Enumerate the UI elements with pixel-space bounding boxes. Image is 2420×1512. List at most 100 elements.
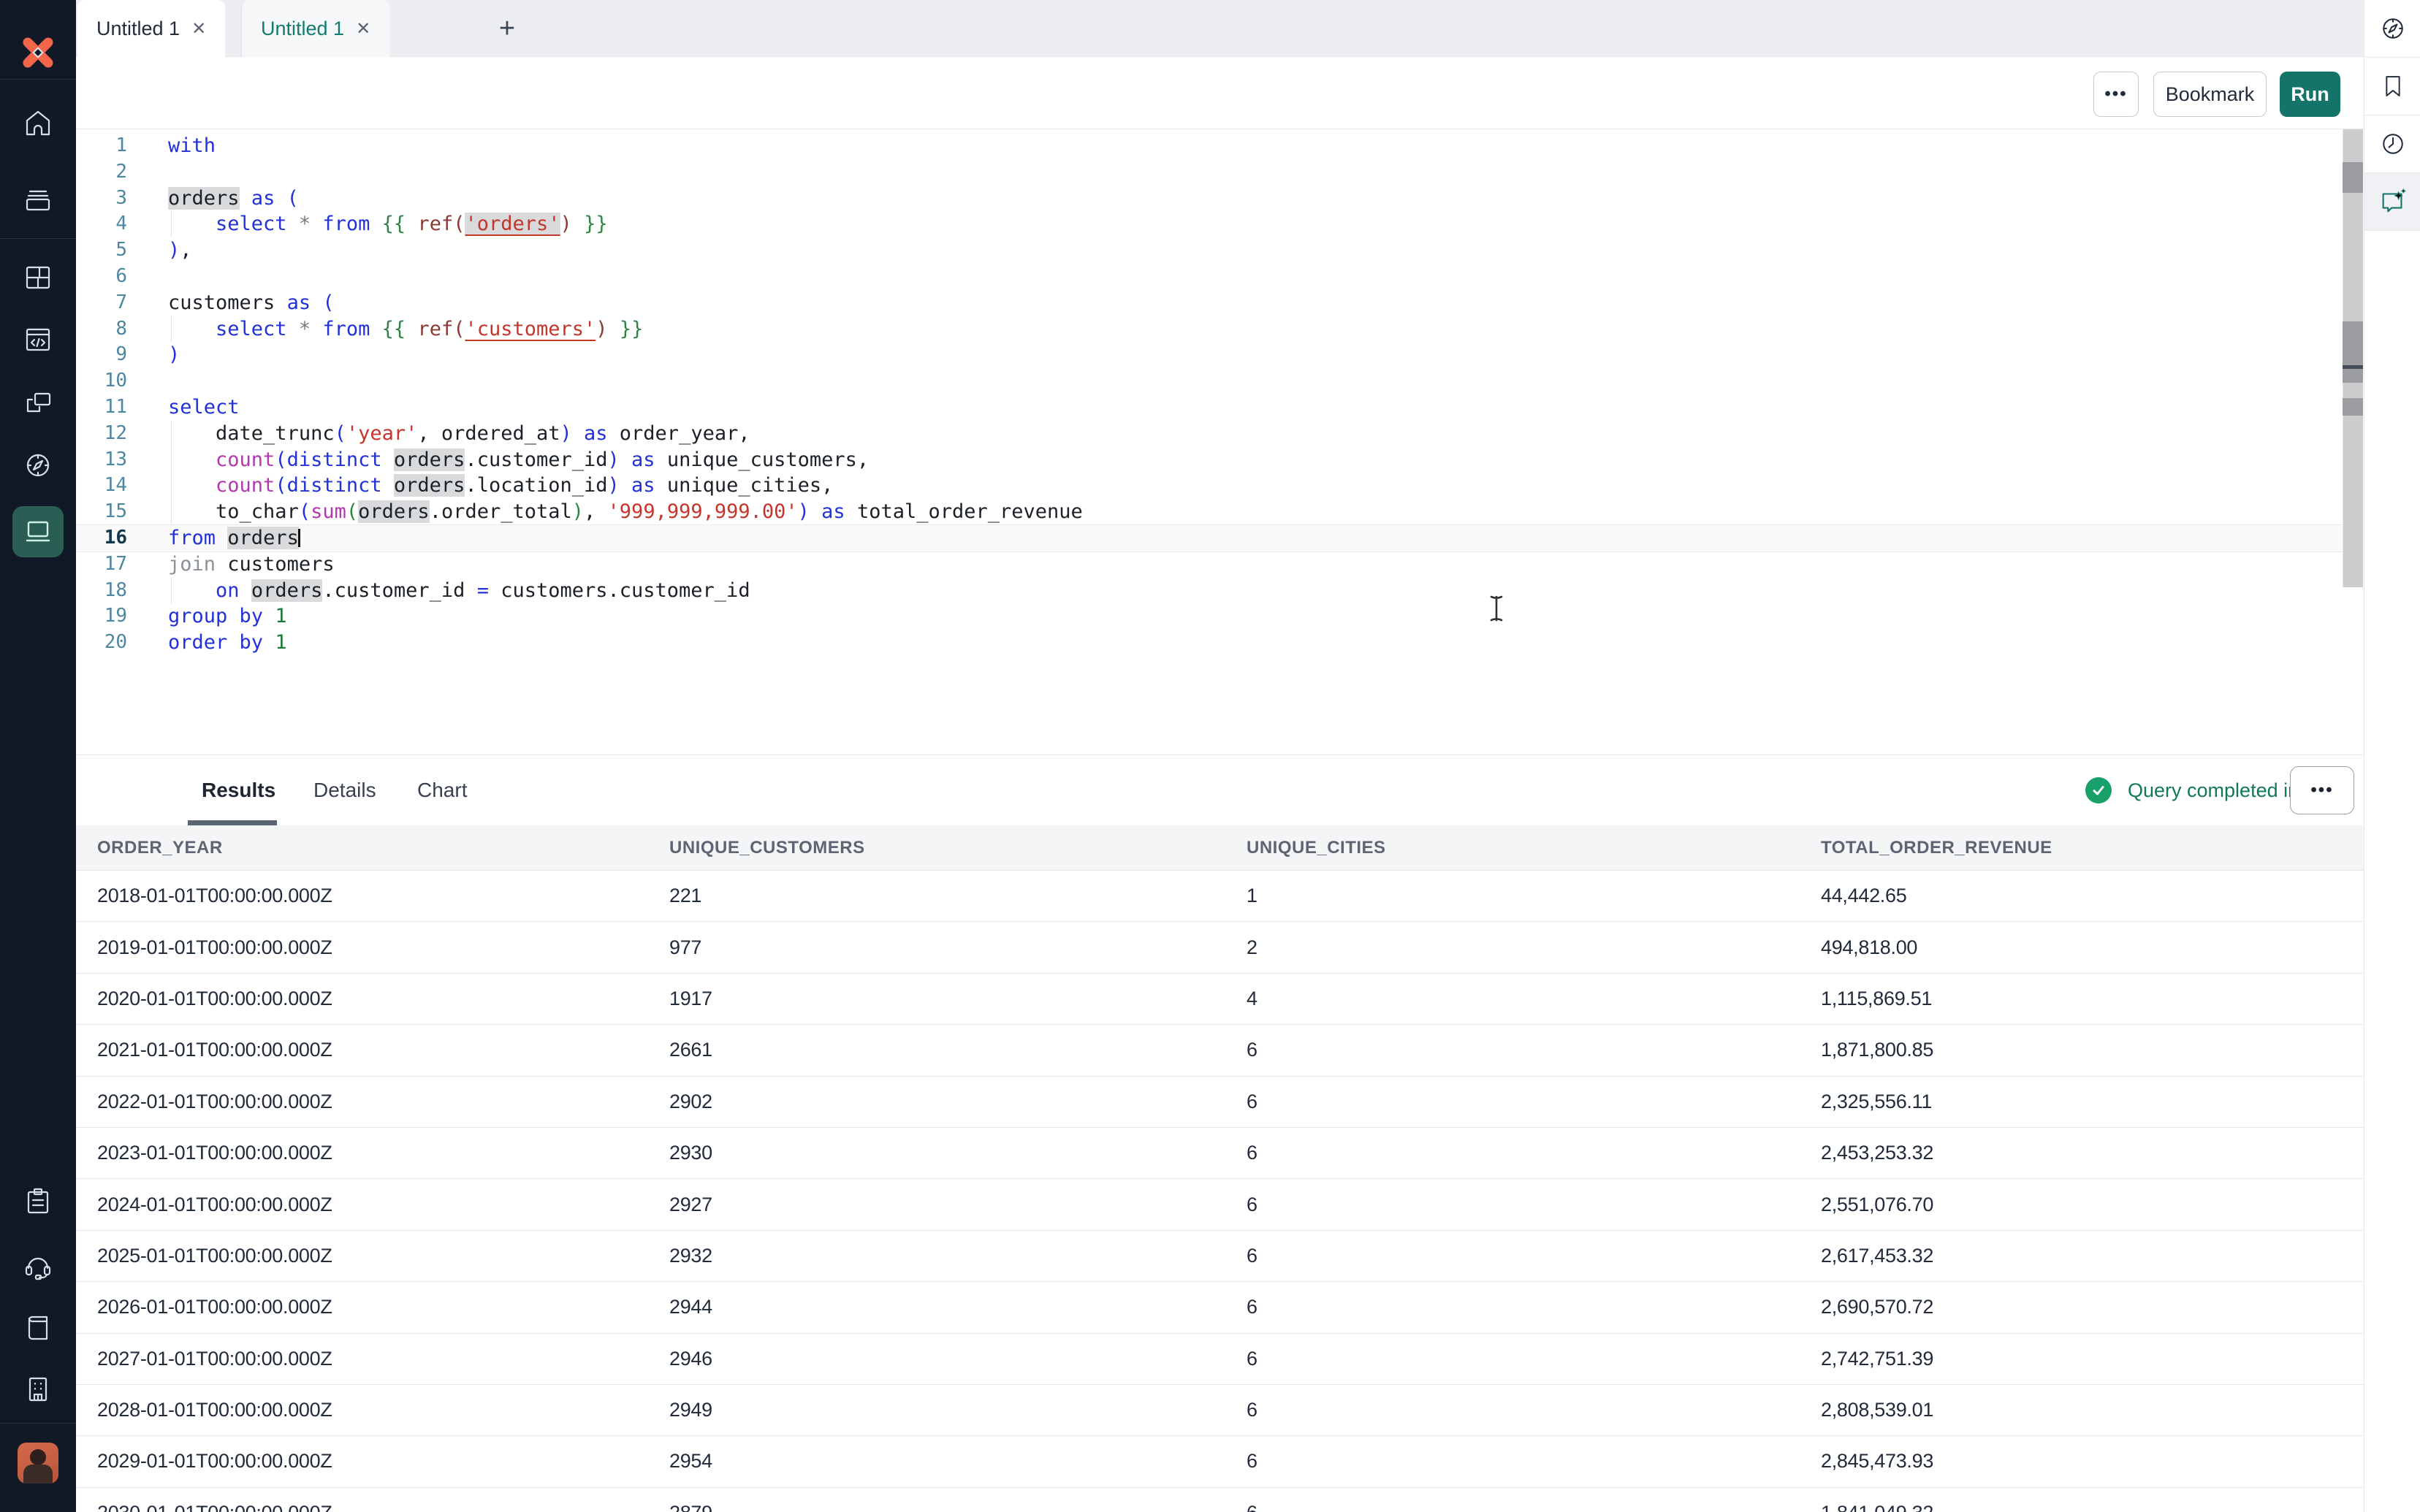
table-cell: 2949 <box>669 1399 1247 1421</box>
column-header[interactable]: UNIQUE_CITIES <box>1247 838 1821 858</box>
code-line-7[interactable]: 7customers as ( <box>76 290 2342 316</box>
code-line-3[interactable]: 3orders as ( <box>76 186 2342 212</box>
windows-icon[interactable] <box>0 379 76 426</box>
table-row[interactable]: 2029-01-01T00:00:00.000Z295462,845,473.9… <box>76 1436 2420 1487</box>
check-circle-icon <box>2085 777 2112 803</box>
close-icon[interactable]: ✕ <box>191 18 206 39</box>
tab-untitled-2[interactable]: Untitled 1 ✕ <box>241 0 389 57</box>
divider <box>0 238 76 239</box>
add-tab-button[interactable]: + <box>485 0 529 57</box>
archive-icon[interactable] <box>0 176 76 223</box>
table-row[interactable]: 2023-01-01T00:00:00.000Z293062,453,253.3… <box>76 1128 2420 1179</box>
code-line-6[interactable]: 6 <box>76 264 2342 290</box>
table-cell: 6 <box>1247 1245 1821 1267</box>
code-text: group by 1 <box>152 603 287 630</box>
table-row[interactable]: 2026-01-01T00:00:00.000Z294462,690,570.7… <box>76 1282 2420 1333</box>
code-line-10[interactable]: 10 <box>76 368 2342 394</box>
scrollbar-occurrence-mark <box>2343 321 2363 383</box>
code-text: from orders <box>152 525 299 551</box>
results-table[interactable]: 2018-01-01T00:00:00.000Z221144,442.65201… <box>76 871 2420 1512</box>
column-header[interactable]: TOTAL_ORDER_REVENUE <box>1821 838 2420 858</box>
line-number: 5 <box>76 237 152 264</box>
code-line-1[interactable]: 1with <box>76 133 2342 159</box>
code-line-2[interactable]: 2 <box>76 159 2342 186</box>
table-row[interactable]: 2018-01-01T00:00:00.000Z221144,442.65 <box>76 871 2420 922</box>
table-cell: 2902 <box>669 1091 1247 1113</box>
line-number: 13 <box>76 447 152 473</box>
code-line-16[interactable]: 16from orders <box>76 525 2342 551</box>
table-cell: 2954 <box>669 1450 1247 1473</box>
table-cell: 2018-01-01T00:00:00.000Z <box>97 885 669 907</box>
results-more-button[interactable]: ••• <box>2290 766 2354 814</box>
history-clock-icon[interactable] <box>2364 115 2420 173</box>
code-line-8[interactable]: 8 select * from {{ ref('customers') }} <box>76 316 2342 343</box>
grid-icon[interactable] <box>0 254 76 301</box>
code-line-4[interactable]: 4 select * from {{ ref('orders') }} <box>76 211 2342 237</box>
home-icon[interactable] <box>0 100 76 147</box>
sql-editor[interactable]: 1with23orders as (4 select * from {{ ref… <box>76 129 2342 755</box>
table-row[interactable]: 2025-01-01T00:00:00.000Z293262,617,453.3… <box>76 1231 2420 1282</box>
user-avatar[interactable] <box>18 1443 58 1484</box>
code-line-18[interactable]: 18 on orders.customer_id = customers.cus… <box>76 578 2342 604</box>
table-cell: 1,871,800.85 <box>1821 1039 2420 1061</box>
table-row[interactable]: 2028-01-01T00:00:00.000Z294962,808,539.0… <box>76 1385 2420 1436</box>
table-cell: 2,453,253.32 <box>1821 1142 2420 1164</box>
table-row[interactable]: 2020-01-01T00:00:00.000Z191741,115,869.5… <box>76 974 2420 1025</box>
tab-label: Untitled 1 <box>96 18 180 40</box>
table-cell: 2,690,570.72 <box>1821 1296 2420 1318</box>
code-line-17[interactable]: 17join customers <box>76 551 2342 578</box>
tab-results[interactable]: Results <box>202 755 275 825</box>
code-line-12[interactable]: 12 date_trunc('year', ordered_at) as ord… <box>76 421 2342 447</box>
code-line-20[interactable]: 20order by 1 <box>76 630 2342 656</box>
table-row[interactable]: 2027-01-01T00:00:00.000Z294662,742,751.3… <box>76 1334 2420 1385</box>
code-line-9[interactable]: 9) <box>76 342 2342 368</box>
compass-icon[interactable] <box>0 442 76 489</box>
table-row[interactable]: 2019-01-01T00:00:00.000Z9772494,818.00 <box>76 922 2420 973</box>
run-button[interactable]: Run <box>2280 72 2340 117</box>
code-text: orders as ( <box>152 186 299 212</box>
scrollbar-occurrence-mark <box>2343 398 2363 416</box>
table-row[interactable]: 2030-01-01T00:00:00.000Z287961,841,049.3… <box>76 1488 2420 1512</box>
line-number: 14 <box>76 473 152 499</box>
terminal-icon-active[interactable] <box>12 506 64 557</box>
headset-icon[interactable] <box>0 1242 76 1288</box>
line-number: 19 <box>76 603 152 630</box>
code-line-13[interactable]: 13 count(distinct orders.customer_id) as… <box>76 447 2342 473</box>
column-header[interactable]: ORDER_YEAR <box>97 838 669 858</box>
building-icon[interactable] <box>0 1366 76 1413</box>
table-row[interactable]: 2024-01-01T00:00:00.000Z292762,551,076.7… <box>76 1179 2420 1230</box>
compass-icon[interactable] <box>2364 0 2420 58</box>
code-line-5[interactable]: 5), <box>76 237 2342 264</box>
clipboard-icon[interactable] <box>0 1178 76 1225</box>
column-header[interactable]: UNIQUE_CUSTOMERS <box>669 838 1247 858</box>
tab-chart[interactable]: Chart <box>417 755 467 825</box>
line-number: 4 <box>76 211 152 237</box>
code-line-11[interactable]: 11select <box>76 394 2342 421</box>
table-cell: 44,442.65 <box>1821 885 2420 907</box>
book-icon[interactable] <box>0 1304 76 1351</box>
table-cell: 221 <box>669 885 1247 907</box>
line-number: 2 <box>76 159 152 186</box>
tab-untitled-1[interactable]: Untitled 1 ✕ <box>77 0 225 57</box>
table-cell: 2,325,556.11 <box>1821 1091 2420 1113</box>
more-options-button[interactable]: ••• <box>2093 72 2139 117</box>
table-cell: 2944 <box>669 1296 1247 1318</box>
close-icon[interactable]: ✕ <box>356 18 370 39</box>
code-line-15[interactable]: 15 to_char(sum(orders.order_total), '999… <box>76 499 2342 525</box>
hex-logo[interactable] <box>0 29 76 76</box>
line-number: 8 <box>76 316 152 343</box>
query-status: Query completed in 4s <box>2085 755 2325 825</box>
magic-chat-icon[interactable] <box>2364 173 2420 231</box>
bookmark-icon[interactable] <box>2364 58 2420 115</box>
table-row[interactable]: 2022-01-01T00:00:00.000Z290262,325,556.1… <box>76 1077 2420 1128</box>
tab-details[interactable]: Details <box>313 755 376 825</box>
code-window-icon[interactable] <box>0 316 76 363</box>
line-number: 18 <box>76 578 152 604</box>
table-cell: 2027-01-01T00:00:00.000Z <box>97 1348 669 1370</box>
code-line-19[interactable]: 19group by 1 <box>76 603 2342 630</box>
code-text: on orders.customer_id = customers.custom… <box>152 578 750 604</box>
table-row[interactable]: 2021-01-01T00:00:00.000Z266161,871,800.8… <box>76 1025 2420 1076</box>
code-text: count(distinct orders.customer_id) as un… <box>152 447 869 473</box>
bookmark-button[interactable]: Bookmark <box>2153 72 2267 117</box>
code-line-14[interactable]: 14 count(distinct orders.location_id) as… <box>76 473 2342 499</box>
